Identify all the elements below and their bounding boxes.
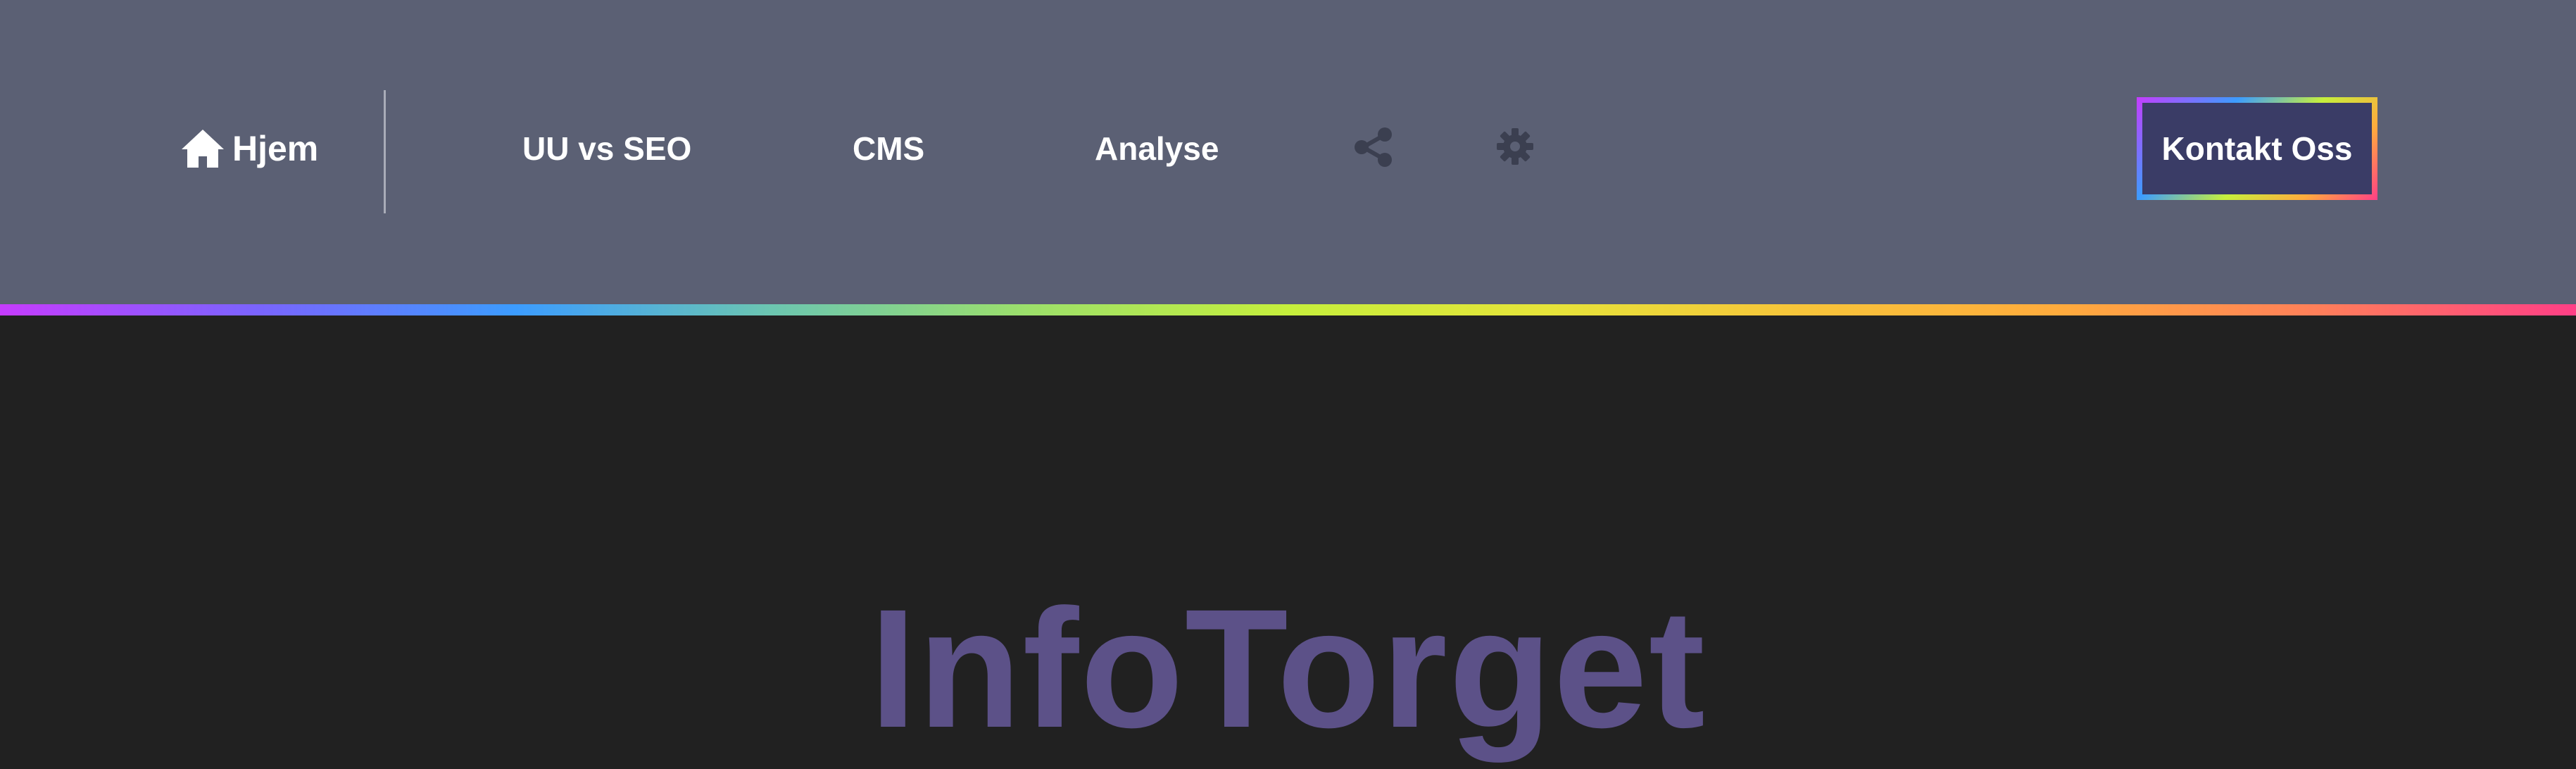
nav-home-link[interactable]: Hjem (180, 128, 318, 169)
nav-divider (384, 90, 386, 213)
contact-button-label: Kontakt Oss (2142, 103, 2372, 194)
nav-item-cms[interactable]: CMS (853, 132, 924, 165)
rainbow-divider (0, 304, 2576, 315)
nav-item-analyse[interactable]: Analyse (1095, 132, 1219, 165)
gear-icon (1495, 127, 1535, 166)
nav-item-uu-vs-seo[interactable]: UU vs SEO (522, 132, 691, 165)
share-button[interactable] (1353, 127, 1394, 168)
share-icon (1353, 127, 1394, 168)
home-label: Hjem (232, 129, 319, 168)
site-header: Hjem UU vs SEO CMS Analyse Kontakt Oss (0, 0, 2576, 304)
site-title: InfoTorget (869, 573, 1707, 763)
home-icon (180, 128, 225, 169)
settings-button[interactable] (1495, 127, 1535, 166)
contact-button[interactable]: Kontakt Oss (2137, 97, 2377, 200)
